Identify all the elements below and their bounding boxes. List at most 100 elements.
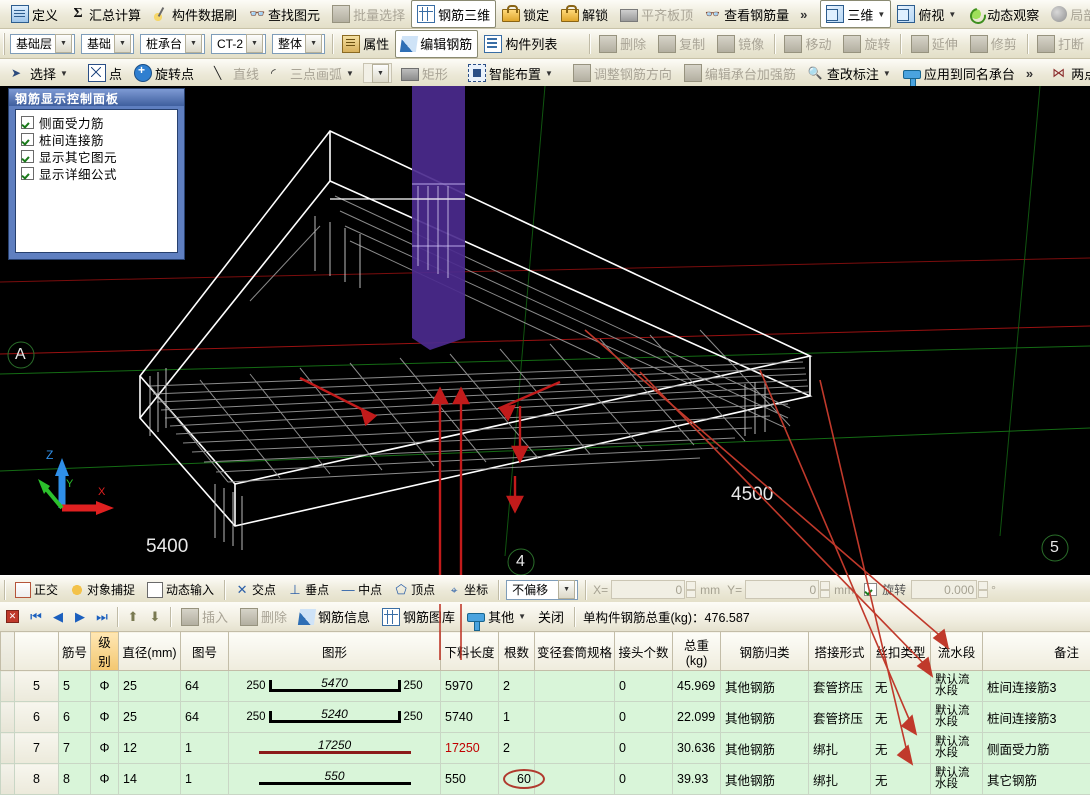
smart-layout-tool[interactable]: 智能布置 ▼ (462, 59, 559, 87)
rotate-input[interactable]: 0.000 (911, 580, 977, 599)
two-point-tool[interactable]: ⋈ 两点 (1046, 59, 1090, 87)
col-header-guilei[interactable]: 钢筋归类 (721, 632, 809, 671)
snap-perpendicular[interactable]: ⊥ 垂点 (282, 577, 335, 602)
category-select[interactable]: 基础 ▼ (81, 34, 134, 54)
x-spinner[interactable] (686, 581, 696, 598)
col-header-genshu[interactable]: 根数 (499, 632, 535, 671)
close-grid-button[interactable]: 关闭 (532, 603, 570, 631)
rotate-checkbox[interactable] (864, 583, 877, 596)
rotate-point-tool[interactable]: 旋转点 (128, 59, 200, 87)
cell-jietou[interactable]: 0 (615, 733, 673, 764)
table-row[interactable]: 5 5 Φ 25 64 250 5470 250 (1, 671, 1090, 702)
cell-beizhu[interactable]: 桩间连接筋3 (983, 702, 1090, 733)
component-list-button[interactable]: 构件列表 (478, 30, 563, 58)
cell-jinhao[interactable]: 5 (59, 671, 91, 702)
cell-zhijing[interactable]: 25 (119, 702, 181, 733)
draw-overflow-button[interactable]: » (1021, 66, 1038, 81)
rebar-info-button[interactable]: 钢筋信息 (293, 603, 376, 631)
checkbox-show-other-elements[interactable]: 显示其它图元 (21, 148, 177, 165)
other-button[interactable]: 其他 ▼ (461, 603, 532, 631)
offset-select[interactable]: 不偏移 ▼ (506, 580, 578, 600)
cell-jinhao[interactable]: 8 (59, 764, 91, 795)
check-annotation-tool[interactable]: 🔍 查改标注 ▼ (802, 59, 897, 87)
chevron-down-icon[interactable]: ▼ (305, 34, 322, 53)
point-tool[interactable]: 点 (82, 59, 128, 87)
col-header-sikou[interactable]: 丝扣类型 (871, 632, 931, 671)
nav-toolbar-grip[interactable] (3, 33, 5, 55)
cell-genshu[interactable]: 2 (499, 733, 535, 764)
check-icon[interactable] (21, 116, 34, 129)
toolbar-view-3d[interactable]: 三维 ▼ (820, 0, 891, 28)
snap-midpoint[interactable]: — 中点 (335, 577, 388, 602)
display-mode-select[interactable]: 整体 ▼ (272, 34, 325, 54)
cell-zhijing[interactable]: 14 (119, 764, 181, 795)
table-row[interactable]: 6 6 Φ 25 64 250 5240 250 (1, 702, 1090, 733)
cell-xialiao[interactable]: 5740 (441, 702, 499, 733)
snap-coordinate[interactable]: ⌖ 坐标 (441, 577, 494, 602)
cell-genshu[interactable]: 60 (499, 764, 535, 795)
toolbar-orbit[interactable]: 动态观察 (962, 0, 1045, 28)
col-header-beizhu[interactable]: 备注 (983, 632, 1090, 671)
cell-liushui[interactable]: 默认流水段 (931, 671, 983, 702)
cell-xialiao[interactable]: 17250 (441, 733, 499, 764)
cell-sikou[interactable]: 无 (871, 702, 931, 733)
close-panel-icon[interactable]: ✕ (6, 610, 19, 623)
rebar-library-button[interactable]: 钢筋图库 (376, 603, 461, 631)
cell-beizhu[interactable]: 桩间连接筋3 (983, 671, 1090, 702)
col-header-tuhao[interactable]: 图号 (181, 632, 229, 671)
col-header-zhijing[interactable]: 直径(mm) (119, 632, 181, 671)
cell-jibie[interactable]: Φ (91, 733, 119, 764)
floor-select[interactable]: 基础层 ▼ (10, 34, 75, 54)
cell-guilei[interactable]: 其他钢筋 (721, 702, 809, 733)
component-type-select[interactable]: 桩承台 ▼ (140, 34, 205, 54)
chevron-down-icon[interactable]: ▼ (558, 580, 575, 599)
cell-sikou[interactable]: 无 (871, 671, 931, 702)
snap-intersection[interactable]: ✕ 交点 (229, 577, 282, 602)
cell-jietou[interactable]: 0 (615, 702, 673, 733)
toolbar-view-rebar-qty[interactable]: 👓 查看钢筋量 (699, 0, 795, 28)
cell-guilei[interactable]: 其他钢筋 (721, 671, 809, 702)
table-row[interactable]: 8 8 Φ 14 1 550 550 60 (1, 764, 1090, 795)
toolbar-component-brush[interactable]: 构件数据刷 (147, 0, 243, 28)
x-input[interactable]: 0 (611, 580, 685, 599)
cell-liushui[interactable]: 默认流水段 (931, 764, 983, 795)
cell-xialiao[interactable]: 5970 (441, 671, 499, 702)
apply-same-cap-tool[interactable]: 应用到同名承台 (897, 59, 1021, 87)
last-record-button[interactable]: ⏭ (91, 606, 113, 627)
cell-xialiao[interactable]: 550 (441, 764, 499, 795)
col-header-xialiao[interactable]: 下料长度 (441, 632, 499, 671)
select-tool[interactable]: ➤ 选择 ▼ (5, 59, 74, 87)
chevron-down-icon[interactable]: ▼ (883, 69, 891, 78)
cell-guilei[interactable]: 其他钢筋 (721, 764, 809, 795)
3d-viewport[interactable]: 5400 36600 4500 A 4 5 Z Y X 钢筋显示控制面板 侧面受… (0, 86, 1090, 575)
cell-biandiao[interactable] (535, 733, 615, 764)
move-up-button[interactable]: ⬆ (122, 606, 144, 627)
cell-sikou[interactable]: 无 (871, 733, 931, 764)
check-icon[interactable] (21, 167, 34, 180)
dynamic-input-toggle[interactable]: 动态输入 (141, 577, 220, 602)
y-spinner[interactable] (820, 581, 830, 598)
col-header-dajie[interactable]: 搭接形式 (809, 632, 871, 671)
table-row[interactable]: 7 7 Φ 12 1 17250 17250 2 (1, 733, 1090, 764)
check-icon[interactable] (21, 150, 34, 163)
cell-biandiao[interactable] (535, 671, 615, 702)
cell-guilei[interactable]: 其他钢筋 (721, 733, 809, 764)
cell-dajie[interactable]: 套管挤压 (809, 702, 871, 733)
cell-dajie[interactable]: 绑扎 (809, 764, 871, 795)
cell-dajie[interactable]: 套管挤压 (809, 671, 871, 702)
col-header-jibie[interactable]: 级别 (91, 632, 119, 671)
cell-jinhao[interactable]: 6 (59, 702, 91, 733)
col-header-rowno[interactable] (15, 632, 59, 671)
cell-zongzhong[interactable]: 30.636 (673, 733, 721, 764)
chevron-down-icon[interactable]: ▼ (877, 10, 885, 19)
y-input[interactable]: 0 (745, 580, 819, 599)
toolbar-overflow-button[interactable]: » (795, 7, 812, 22)
checkbox-show-detail-formula[interactable]: 显示详细公式 (21, 165, 177, 182)
toolbar-lock[interactable]: 锁定 (496, 0, 555, 28)
chevron-down-icon[interactable]: ▼ (114, 34, 131, 53)
snap-vertex[interactable]: ⬠ 顶点 (388, 577, 441, 602)
cell-zongzhong[interactable]: 45.969 (673, 671, 721, 702)
property-button[interactable]: 属性 (336, 30, 395, 58)
cell-genshu[interactable]: 1 (499, 702, 535, 733)
cell-zongzhong[interactable]: 39.93 (673, 764, 721, 795)
